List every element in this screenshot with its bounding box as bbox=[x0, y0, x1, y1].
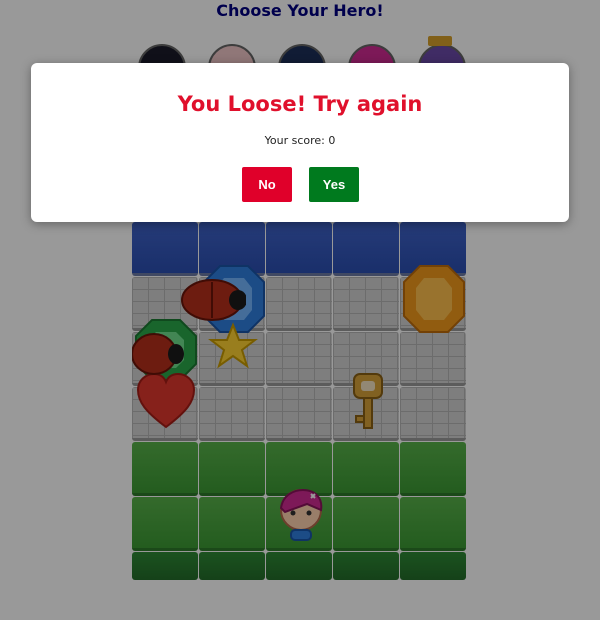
score-value: 0 bbox=[328, 134, 336, 147]
score-line: Your score: 0 bbox=[31, 133, 569, 149]
game-over-dialog: You Loose! Try again Your score: 0 No Ye… bbox=[31, 63, 569, 222]
yes-button[interactable]: Yes bbox=[309, 167, 359, 202]
dialog-title: You Loose! Try again bbox=[177, 92, 423, 116]
score-label: Your score: bbox=[264, 134, 325, 147]
no-button[interactable]: No bbox=[242, 167, 292, 202]
